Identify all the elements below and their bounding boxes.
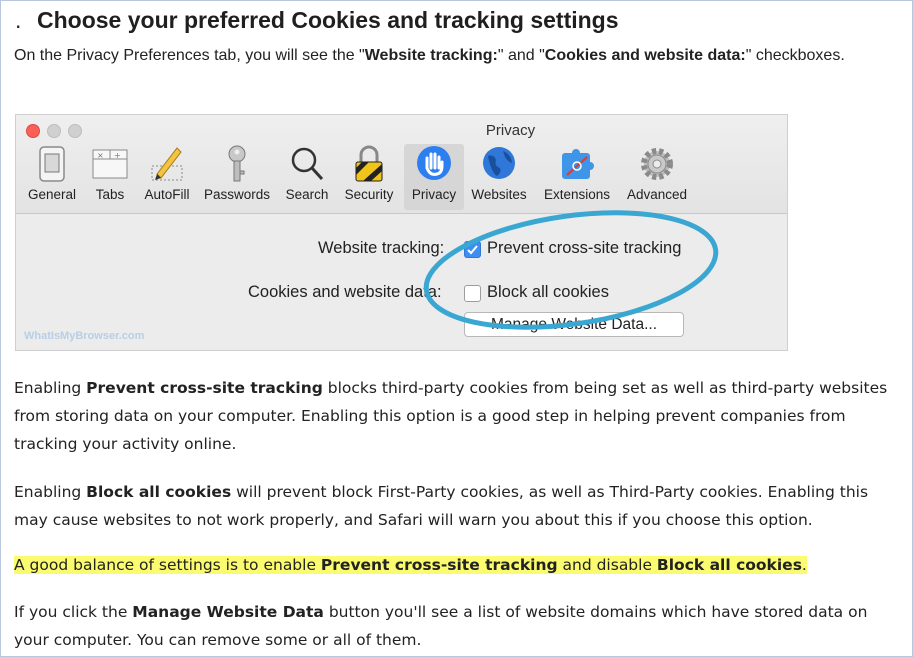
p4-text-a: If you click the — [14, 603, 133, 621]
p3-text-e: . — [801, 556, 807, 574]
safari-preferences-screenshot: Privacy General × + Tabs AutoFill Passwo… — [15, 114, 788, 351]
section-heading: . Choose your preferred Cookies and track… — [15, 7, 619, 34]
highlighted-recommendation: A good balance of settings is to enable … — [14, 556, 807, 574]
p1-text-a: Enabling — [14, 379, 87, 397]
paragraph-prevent-tracking: Enabling Prevent cross-site tracking blo… — [14, 374, 899, 458]
highlight-ellipse — [423, 210, 719, 330]
paragraph-manage-data: If you click the Manage Website Data but… — [14, 598, 899, 654]
intro-bold-1: Website tracking: — [364, 47, 498, 64]
intro-bold-2: Cookies and website data: — [544, 47, 746, 64]
intro-text-1: On the Privacy Preferences tab, you will… — [14, 47, 365, 64]
p1-bold: Prevent cross-site tracking — [86, 379, 323, 397]
p4-bold: Manage Website Data — [132, 603, 324, 621]
heading-bullet: . — [15, 7, 22, 33]
p3-bold-1: Prevent cross-site tracking — [320, 556, 558, 574]
paragraph-recommendation: A good balance of settings is to enable … — [14, 551, 807, 579]
p2-bold: Block all cookies — [86, 483, 232, 501]
p3-text-c: and disable — [557, 556, 657, 574]
p2-text-a: Enabling — [14, 483, 87, 501]
heading-text: Choose your preferred Cookies and tracki… — [37, 7, 619, 33]
intro-paragraph: On the Privacy Preferences tab, you will… — [14, 41, 899, 71]
paragraph-block-cookies: Enabling Block all cookies will prevent … — [14, 478, 899, 534]
article-frame: . Choose your preferred Cookies and track… — [0, 0, 913, 657]
p3-text-a: A good balance of settings is to enable — [14, 556, 321, 574]
p3-bold-2: Block all cookies — [656, 556, 802, 574]
intro-text-3: " checkboxes. — [745, 47, 845, 64]
intro-text-2: " and " — [497, 47, 545, 64]
